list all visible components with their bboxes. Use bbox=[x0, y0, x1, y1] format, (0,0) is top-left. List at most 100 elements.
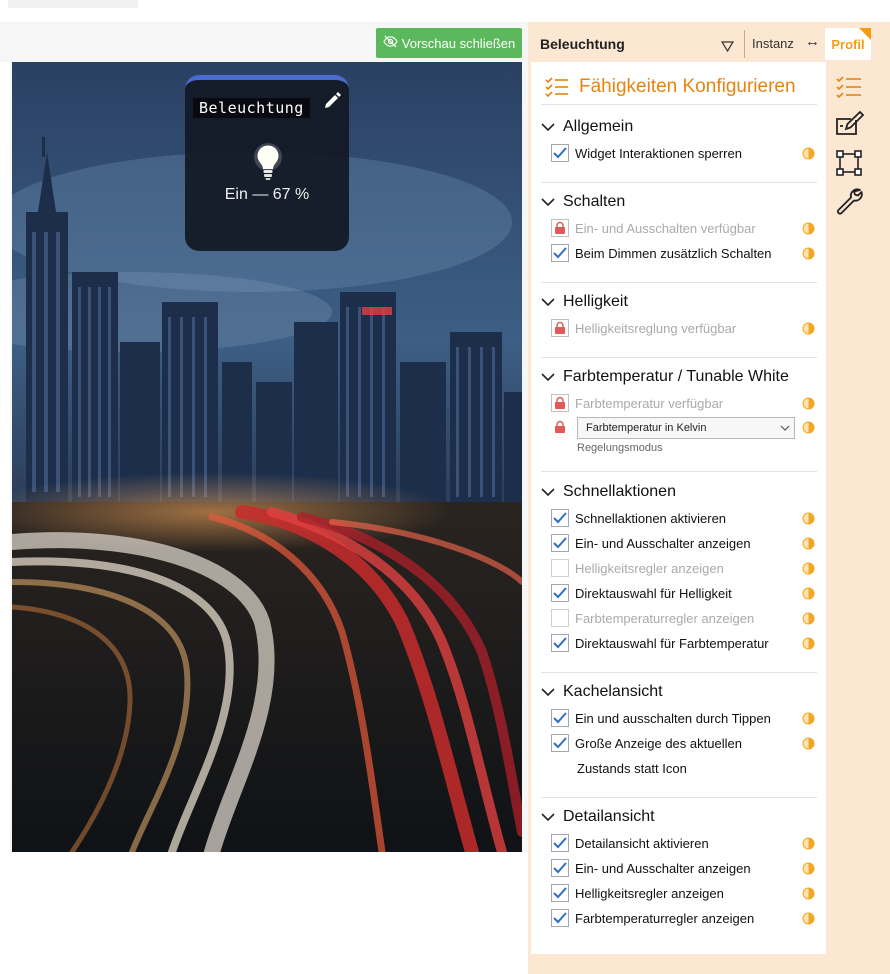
instance-tab[interactable]: Instanz bbox=[752, 36, 794, 51]
checkbox-checked[interactable] bbox=[551, 244, 569, 262]
half-circle-icon bbox=[802, 587, 815, 600]
checkbox-checked[interactable] bbox=[551, 144, 569, 162]
section-header-helligkeit[interactable]: Helligkeit bbox=[541, 293, 628, 311]
half-circle-icon bbox=[802, 512, 815, 525]
pencil-icon[interactable] bbox=[321, 90, 343, 112]
section-header-kachelansicht[interactable]: Kachelansicht bbox=[541, 683, 663, 701]
half-circle-icon bbox=[802, 147, 815, 160]
section-title: Schnellaktionen bbox=[563, 483, 676, 500]
regelungsmodus-select[interactable]: Farbtemperatur in Kelvin bbox=[577, 417, 795, 439]
chevron-down-icon bbox=[541, 373, 555, 382]
section-title: Detailansicht bbox=[563, 808, 655, 825]
panel-header: Beleuchtung Instanz ↔ Profil bbox=[528, 22, 890, 62]
widget-tile[interactable]: Beleuchtung Ein — 67 % bbox=[185, 75, 349, 251]
swap-arrows-icon[interactable]: ↔ bbox=[805, 33, 820, 50]
bulb-icon bbox=[253, 142, 283, 184]
option-ein-ausschalten-verfuegbar: Ein- und Ausschalten verfügbar bbox=[551, 218, 817, 238]
close-preview-button[interactable]: Vorschau schließen bbox=[376, 28, 522, 58]
checkbox-checked[interactable] bbox=[551, 734, 569, 752]
eye-slash-icon bbox=[383, 34, 398, 52]
section-title: Helligkeit bbox=[563, 293, 628, 310]
section-title: Allgemein bbox=[563, 118, 634, 135]
section-header-detailansicht[interactable]: Detailansicht bbox=[541, 808, 655, 826]
top-tab-stub bbox=[8, 0, 138, 8]
lock-icon bbox=[551, 319, 569, 337]
left-gutter bbox=[0, 62, 10, 974]
option-beim-dimmen-schalten[interactable]: Beim Dimmen zusätzlich Schalten bbox=[551, 243, 817, 263]
section-divider bbox=[541, 357, 817, 358]
option-detail-ein-ausschalter[interactable]: Ein- und Ausschalter anzeigen bbox=[551, 858, 817, 878]
widget-type-select[interactable]: Beleuchtung bbox=[540, 36, 736, 52]
tile-title: Beleuchtung bbox=[193, 98, 310, 118]
chevron-down-icon bbox=[541, 123, 555, 132]
half-circle-icon bbox=[802, 322, 815, 335]
option-ein-ausschalten-tippen[interactable]: Ein und ausschalten durch Tippen bbox=[551, 708, 817, 728]
content-title-text: Fähigkeiten Konfigurieren bbox=[579, 76, 796, 97]
option-widget-interaktionen-sperren[interactable]: Widget Interaktionen sperren bbox=[551, 143, 817, 163]
half-circle-icon bbox=[802, 421, 815, 434]
section-title: Kachelansicht bbox=[563, 683, 663, 700]
option-direktauswahl-farbtemperatur[interactable]: Direktauswahl für Farbtemperatur bbox=[551, 633, 817, 653]
checkbox-unchecked[interactable] bbox=[551, 609, 569, 627]
option-helligkeitsregler-anzeigen[interactable]: Helligkeitsregler anzeigen bbox=[551, 558, 817, 578]
option-detail-helligkeitsregler[interactable]: Helligkeitsregler anzeigen bbox=[551, 883, 817, 903]
checklist-icon[interactable] bbox=[834, 72, 866, 104]
option-label: Helligkeitsregler anzeigen bbox=[575, 560, 724, 576]
config-panel: Beleuchtung Instanz ↔ Profil Fähigkeiten… bbox=[528, 22, 890, 974]
option-helligkeitsreglung-verfuegbar: Helligkeitsreglung verfügbar bbox=[551, 318, 817, 338]
edit-box-icon[interactable] bbox=[834, 110, 866, 142]
chevron-down-icon bbox=[541, 688, 555, 697]
profile-tab[interactable]: Profil bbox=[825, 28, 871, 60]
option-farbtemperatur-verfuegbar: Farbtemperatur verfügbar bbox=[551, 393, 817, 413]
lock-icon bbox=[551, 219, 569, 237]
triangle-down-icon[interactable] bbox=[720, 39, 735, 53]
vector-square-icon[interactable] bbox=[834, 148, 866, 180]
option-label: Direktauswahl für Farbtemperatur bbox=[575, 635, 769, 651]
checkbox-checked[interactable] bbox=[551, 709, 569, 727]
checklist-icon bbox=[545, 77, 568, 98]
option-detail-farbtemperaturregler[interactable]: Farbtemperaturregler anzeigen bbox=[551, 908, 817, 928]
checkbox-checked[interactable] bbox=[551, 834, 569, 852]
chevron-down-icon bbox=[780, 425, 790, 431]
lock-icon bbox=[555, 420, 565, 433]
checkbox-checked[interactable] bbox=[551, 584, 569, 602]
option-label: Ein- und Ausschalter anzeigen bbox=[575, 860, 751, 876]
checkbox-checked[interactable] bbox=[551, 534, 569, 552]
half-circle-icon bbox=[802, 222, 815, 235]
close-preview-label: Vorschau schließen bbox=[401, 35, 516, 51]
section-header-schnellaktionen[interactable]: Schnellaktionen bbox=[541, 483, 676, 501]
option-label: Beim Dimmen zusätzlich Schalten bbox=[575, 245, 772, 261]
option-ein-ausschalter-anzeigen[interactable]: Ein- und Ausschalter anzeigen bbox=[551, 533, 817, 553]
checkbox-checked[interactable] bbox=[551, 859, 569, 877]
option-label: Schnellaktionen aktivieren bbox=[575, 510, 727, 526]
checkbox-unchecked[interactable] bbox=[551, 559, 569, 577]
half-circle-icon bbox=[802, 712, 815, 725]
checkbox-checked[interactable] bbox=[551, 909, 569, 927]
option-grosse-anzeige[interactable]: Große Anzeige des aktuellen bbox=[551, 733, 817, 753]
option-label: Ein- und Ausschalter anzeigen bbox=[575, 535, 751, 551]
option-direktauswahl-helligkeit[interactable]: Direktauswahl für Helligkeit bbox=[551, 583, 817, 603]
option-schnellaktionen-aktivieren[interactable]: Schnellaktionen aktivieren bbox=[551, 508, 817, 528]
option-farbtemperaturregler-anzeigen[interactable]: Farbtemperaturregler anzeigen bbox=[551, 608, 817, 628]
content-title: Fähigkeiten Konfigurieren bbox=[545, 76, 796, 98]
checkbox-checked[interactable] bbox=[551, 634, 569, 652]
section-header-allgemein[interactable]: Allgemein bbox=[541, 118, 633, 136]
half-circle-icon bbox=[802, 612, 815, 625]
half-circle-icon bbox=[802, 537, 815, 550]
checkbox-checked[interactable] bbox=[551, 509, 569, 527]
title-divider bbox=[541, 104, 817, 105]
option-detailansicht-aktivieren[interactable]: Detailansicht aktivieren bbox=[551, 833, 817, 853]
option-label: Widget Interaktionen sperren bbox=[575, 145, 742, 161]
chevron-down-icon bbox=[541, 298, 555, 307]
option-label: Farbtemperaturregler anzeigen bbox=[575, 910, 755, 926]
section-header-farbtemperatur[interactable]: Farbtemperatur / Tunable White bbox=[541, 368, 789, 386]
preview-toolbar: Vorschau schließen bbox=[0, 22, 528, 62]
chevron-down-icon bbox=[541, 813, 555, 822]
section-header-schalten[interactable]: Schalten bbox=[541, 193, 625, 211]
wrench-icon[interactable] bbox=[834, 186, 866, 218]
option-label: Helligkeitsregler anzeigen bbox=[575, 885, 724, 901]
half-circle-icon bbox=[802, 397, 815, 410]
half-circle-icon bbox=[802, 737, 815, 750]
checkbox-checked[interactable] bbox=[551, 884, 569, 902]
chevron-down-icon bbox=[541, 488, 555, 497]
